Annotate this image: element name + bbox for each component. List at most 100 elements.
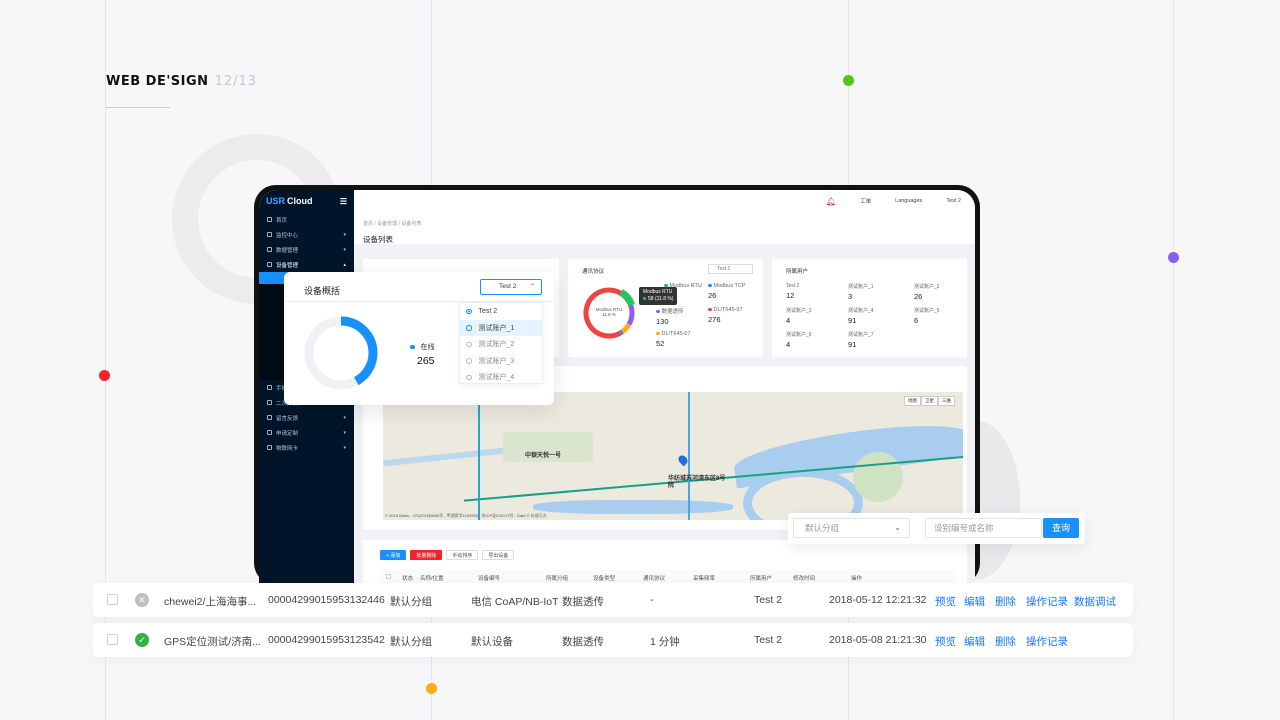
table-row[interactable]: ✓ GPS定位测试/济南... 00004299015953123542 默认分…: [93, 623, 1133, 657]
chart-tooltip: Modbus RTU 58 (11.8 %): [639, 287, 678, 305]
preview-link[interactable]: 预览: [935, 634, 956, 649]
edit-link[interactable]: 编辑: [964, 634, 985, 649]
manual-sort-button[interactable]: 手动排序: [446, 550, 479, 560]
map-label: 中银天悦一号: [525, 453, 562, 459]
user-menu[interactable]: Test 2: [946, 198, 961, 204]
preview-link[interactable]: 预览: [935, 594, 956, 609]
protocol-user-select[interactable]: Test 2: [708, 264, 753, 274]
device-name: chewei2/上海海事...: [164, 596, 257, 608]
user-stat: Test 2 12: [786, 283, 800, 300]
red-dot: [99, 370, 110, 381]
protocol-card: 通讯协议 Test 2 Modbus RTU 11.8 % Modbus RTU …: [568, 259, 763, 357]
user-stat: 测试账户_1 3: [848, 284, 874, 301]
protocol-item: Modbus TCP 26: [708, 283, 746, 300]
radio-icon: [466, 358, 472, 364]
search-button[interactable]: 查询: [1043, 518, 1079, 538]
table-toolbar: + 添加 批量删除 手动排序 导出设备: [380, 550, 515, 560]
online-legend: 在线: [410, 342, 435, 352]
sidebar-item-custom[interactable]: 申请定制 ▾: [259, 425, 354, 440]
col-id: 设备编号: [478, 576, 501, 582]
dropdown-option[interactable]: 测试账户_1: [460, 319, 542, 336]
breadcrumb: 首页 / 设备管理 / 设备列表: [363, 221, 422, 227]
map-copyright: © 2018 Baidu - GS(2018)5889号 - 甲测资字11009…: [385, 513, 547, 518]
operation-log-link[interactable]: 操作记录: [1026, 594, 1068, 609]
col-type: 设备类型: [593, 576, 616, 582]
radio-icon: [466, 308, 472, 314]
row-checkbox[interactable]: [107, 634, 118, 645]
select-all-checkbox[interactable]: [386, 574, 391, 579]
app-logo[interactable]: USR Cloud ☰: [259, 190, 354, 212]
delete-link[interactable]: 删除: [995, 634, 1016, 649]
sidebar-item-monitor[interactable]: 监控中心 ▾: [259, 227, 354, 242]
col-frequency: 采集频率: [693, 576, 716, 582]
device-frequency: 1 分钟: [650, 636, 680, 648]
dropdown-option[interactable]: 测试账户_2: [460, 336, 542, 353]
operation-log-link[interactable]: 操作记录: [1026, 634, 1068, 649]
sidebar-item-sim[interactable]: 物联网卡 ▾: [259, 440, 354, 455]
overview-title: 设备概括: [304, 286, 341, 296]
protocol-item: DL/T645-07 52: [656, 331, 691, 348]
dropdown-option[interactable]: 测试账户_3: [460, 353, 542, 370]
export-devices-button[interactable]: 导出设备: [482, 550, 515, 560]
menu-toggle-icon[interactable]: ☰: [340, 197, 347, 206]
device-user: Test 2: [754, 594, 783, 606]
add-device-button[interactable]: + 添加: [380, 550, 407, 560]
offline-status-icon: ✕: [135, 593, 149, 607]
device-icon: [267, 262, 272, 267]
map-type-switch[interactable]: 地图 卫星 三维: [904, 396, 955, 406]
device-search-bar: 默认分组 ⌄ 设别编号或名称 查询: [788, 513, 1085, 544]
device-modified: 2018-05-12 12:21:32: [829, 594, 927, 606]
page-title: 设备列表: [363, 235, 393, 244]
device-user: Test 2: [754, 634, 783, 646]
protocol-card-title: 通讯协议: [582, 269, 605, 275]
sidebar-item-devices[interactable]: 设备管理 ▴: [259, 257, 354, 272]
col-user: 所属用户: [750, 576, 773, 582]
chevron-down-icon: ⌄: [894, 523, 901, 532]
dropdown-option[interactable]: 测试账户_4: [460, 369, 542, 386]
table-header: 状态 名称/位置 设备编号 所属分组 设备类型 通讯协议 采集频率 所属用户 修…: [380, 570, 955, 584]
col-protocol: 通讯协议: [643, 576, 666, 582]
metro-line: [688, 392, 690, 520]
data-debug-link[interactable]: 数据调试: [1074, 594, 1116, 609]
device-id: 00004299015953132446: [268, 594, 385, 606]
green-dot: [843, 75, 854, 86]
batch-delete-button[interactable]: 批量删除: [410, 550, 443, 560]
device-map[interactable]: 中银天悦一号 华纺城苏河湾东区8号院 地图 卫星 三维 © 2018 Baidu -…: [383, 392, 963, 520]
home-icon: [267, 217, 272, 222]
sidebar-item-home[interactable]: 首页: [259, 212, 354, 227]
work-order-link[interactable]: 工单: [860, 197, 871, 205]
languages-menu[interactable]: Languages: [895, 198, 922, 204]
grid-line: [1173, 0, 1174, 720]
user-stat: 测试账户_6 4: [786, 332, 812, 349]
hero-underline: [106, 107, 170, 108]
protocol-item: 数据透传 130: [656, 309, 684, 326]
page-header: [354, 212, 975, 244]
col-actions: 操作: [851, 576, 863, 582]
delete-link[interactable]: 删除: [995, 594, 1016, 609]
online-donut: [304, 316, 378, 390]
table-row[interactable]: ✕ chewei2/上海海事... 00004299015953132446 默…: [93, 583, 1133, 617]
radio-icon: [466, 374, 472, 380]
overview-user-select[interactable]: Test 2 ⌃: [480, 279, 542, 295]
search-input[interactable]: 设别编号或名称: [925, 518, 1042, 538]
device-type: 电信 CoAP/NB-IoT: [471, 596, 559, 608]
map-label: 华纺城苏河湾东区8号院: [668, 476, 726, 489]
radio-icon: [466, 325, 472, 331]
monitor-icon: [267, 232, 272, 237]
row-checkbox[interactable]: [107, 594, 118, 605]
user-stat: 测试账户_4 91: [848, 308, 874, 325]
group-select[interactable]: 默认分组 ⌄: [793, 518, 910, 538]
dropdown-option[interactable]: Test 2: [460, 303, 542, 320]
sidebar-item-feedback[interactable]: 留言反馈 ▾: [259, 410, 354, 425]
edit-link[interactable]: 编辑: [964, 594, 985, 609]
device-modified: 2018-05-08 21:21:30: [829, 634, 927, 646]
bell-icon[interactable]: 🔔︎: [826, 197, 836, 206]
custom-icon: [267, 430, 272, 435]
chevron-up-icon: ⌃: [529, 284, 535, 290]
orange-dot: [426, 683, 437, 694]
donut-center: Modbus RTU 11.8 %: [595, 307, 623, 317]
sidebar-item-data[interactable]: 数据管理 ▾: [259, 242, 354, 257]
mobile-icon: [267, 385, 272, 390]
user-stat: 测试账户_3 4: [786, 308, 812, 325]
online-status-icon: ✓: [135, 633, 149, 647]
